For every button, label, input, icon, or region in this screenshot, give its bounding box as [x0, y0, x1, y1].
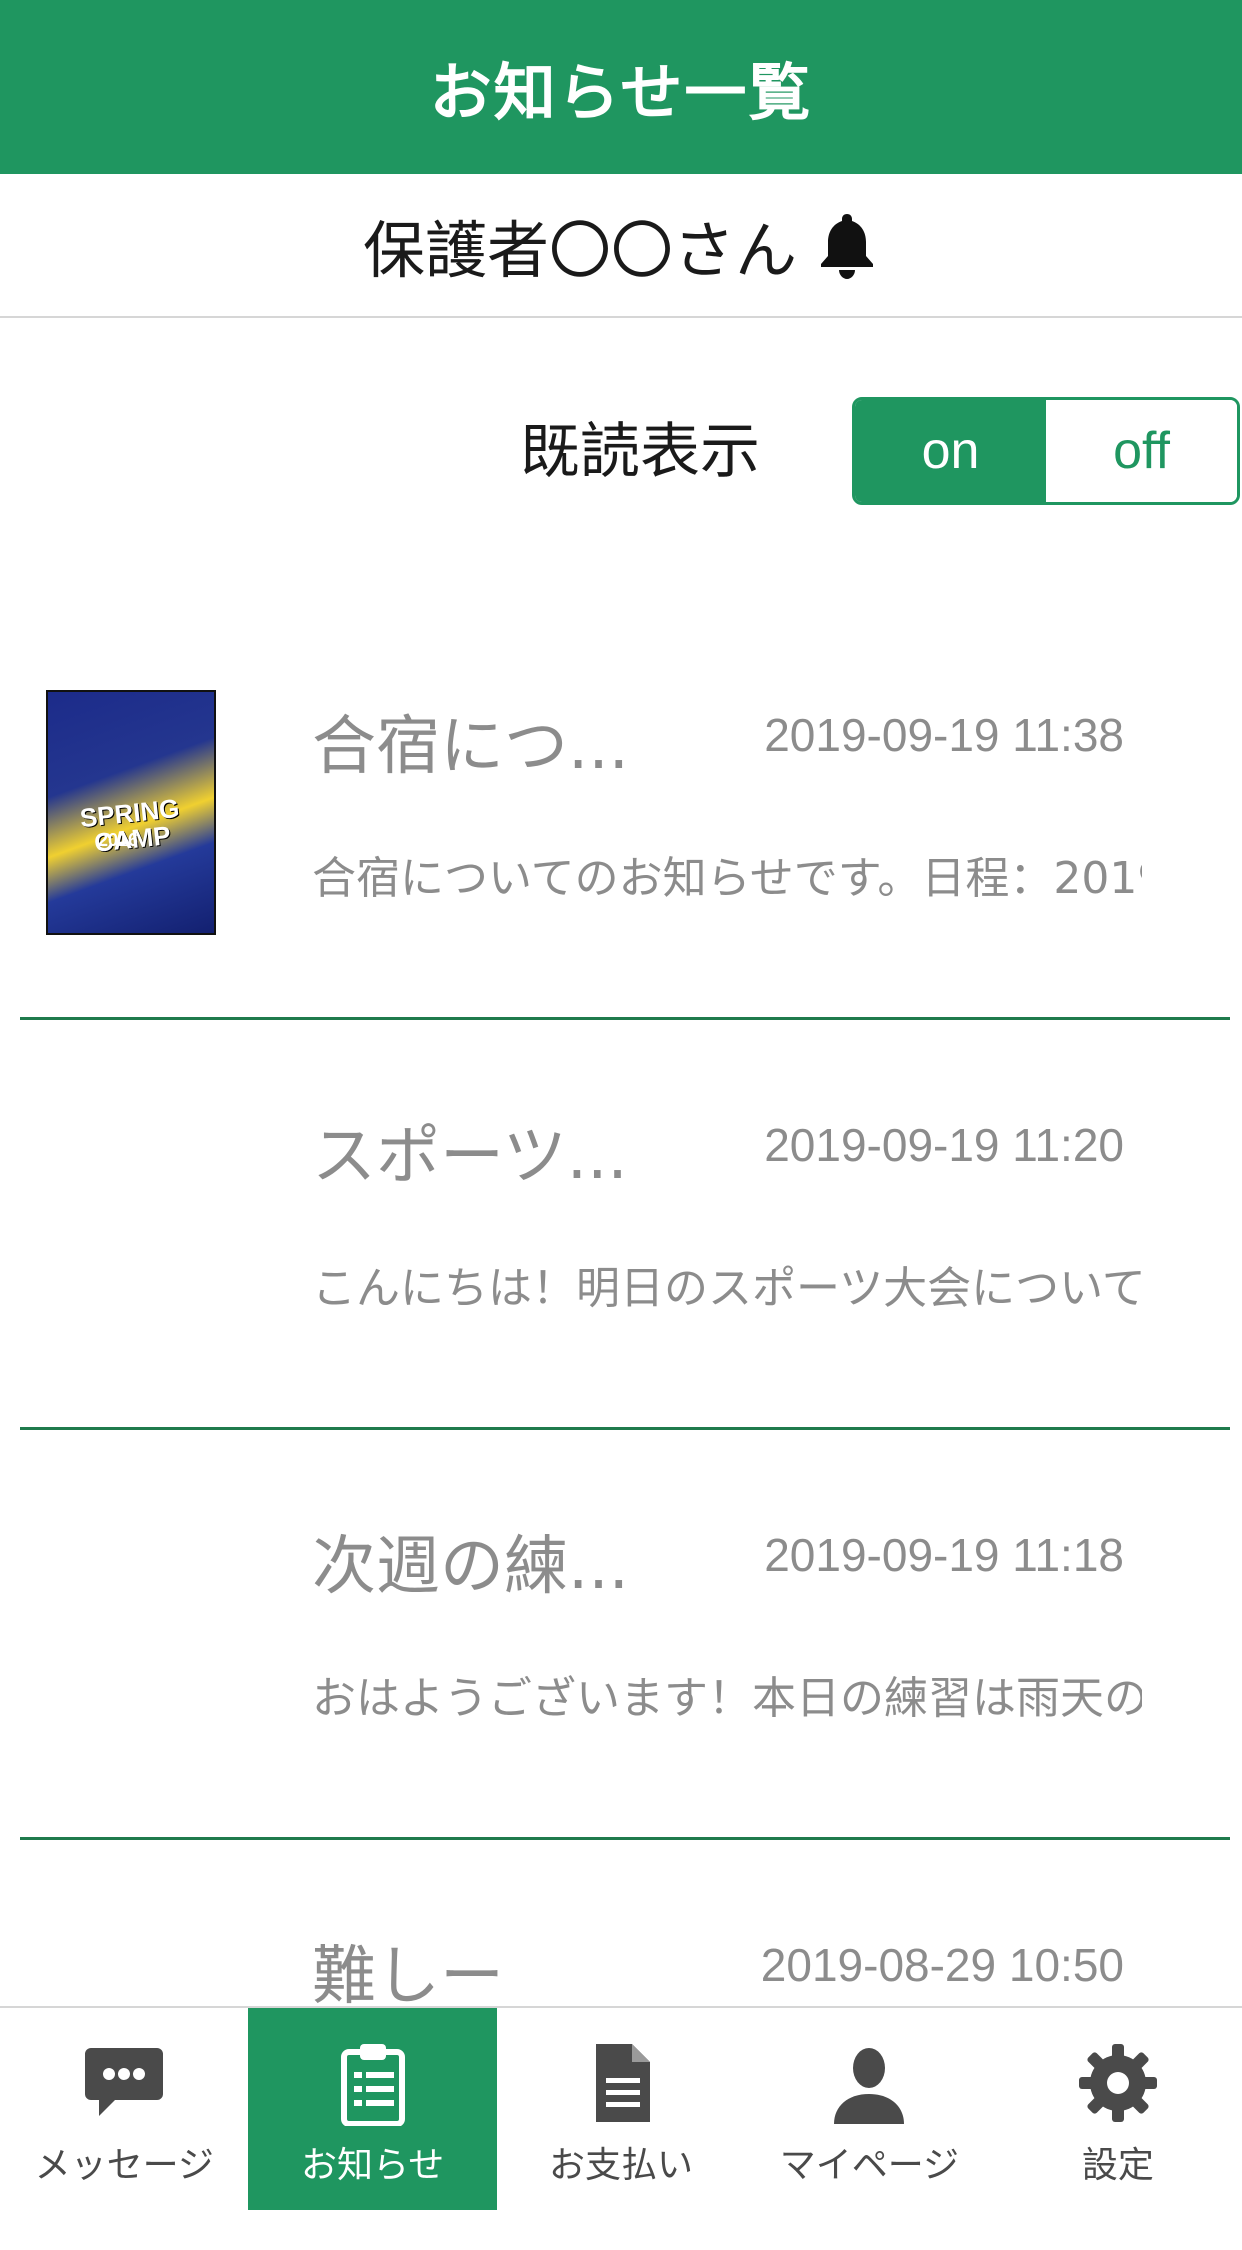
user-name: 保護者〇〇さん [362, 214, 797, 287]
tab-label: メッセージ [34, 2145, 214, 2186]
notice-date: 2019-09-19 11:20 [764, 1119, 1124, 1171]
notice-title: 次週の練... [312, 1530, 630, 1604]
tab-settings[interactable]: 設定 [994, 2008, 1242, 2210]
chat-bubble-icon [85, 2048, 164, 2116]
gear-icon [1078, 2044, 1157, 2122]
notice-date: 2019-08-29 10:50 [760, 1939, 1124, 1991]
read-toggle-label: 既読表示 [520, 417, 760, 487]
tab-payments[interactable]: お支払い [497, 2008, 745, 2210]
page-title: お知らせ一覧 [429, 56, 813, 129]
app-header: お知らせ一覧 [0, 0, 1242, 174]
notice-item[interactable]: スポーツ... 2019-09-19 11:20 こんにちは！明日のスポーツ大会… [20, 1020, 1230, 1430]
notice-preview: 合宿についてのお知らせです。日程：2019 [312, 853, 1142, 904]
toggle-off-button[interactable]: off [1046, 400, 1237, 502]
bell-icon[interactable] [815, 210, 879, 280]
read-toggle: on off [852, 397, 1240, 505]
tab-label: マイページ [779, 2145, 960, 2186]
notice-item[interactable]: SPRING CAMP 2016 合宿につ... 2019-09-19 11:3… [20, 610, 1230, 1020]
clipboard-icon [340, 2044, 405, 2126]
document-icon [596, 2044, 651, 2122]
notice-date: 2019-09-19 11:38 [764, 709, 1124, 761]
notice-preview: こんにちは！明日のスポーツ大会について [312, 1263, 1142, 1314]
tab-notices[interactable]: お知らせ [248, 2008, 497, 2210]
notice-item[interactable]: 次週の練... 2019-09-19 11:18 おはようございます！本日の練習… [20, 1430, 1230, 1840]
notice-list: SPRING CAMP 2016 合宿につ... 2019-09-19 11:3… [0, 610, 1242, 2250]
notice-title: スポーツ... [312, 1120, 628, 1194]
tab-label: 設定 [1081, 2145, 1154, 2186]
read-toggle-row: 既読表示 on off [0, 395, 1242, 510]
notice-thumbnail: SPRING CAMP 2016 [46, 690, 216, 935]
toggle-on-button[interactable]: on [855, 400, 1046, 502]
tab-messages[interactable]: メッセージ [0, 2008, 248, 2210]
notice-title: 合宿につ... [312, 710, 630, 784]
notice-title: 難しー [312, 1940, 504, 2014]
user-icon [834, 2048, 905, 2124]
notice-date: 2019-09-19 11:18 [764, 1529, 1124, 1581]
tab-mypage[interactable]: マイページ [745, 2008, 993, 2210]
notice-preview: おはようございます！本日の練習は雨天の [312, 1673, 1142, 1724]
tab-label: お支払い [549, 2145, 694, 2186]
tab-label: お知らせ [300, 2145, 445, 2186]
thumbnail-year: 2016 [98, 830, 139, 850]
tab-bar: メッセージ お知らせ お支払い マイページ 設定 [0, 2006, 1242, 2210]
user-bar: 保護者〇〇さん [0, 174, 1242, 318]
